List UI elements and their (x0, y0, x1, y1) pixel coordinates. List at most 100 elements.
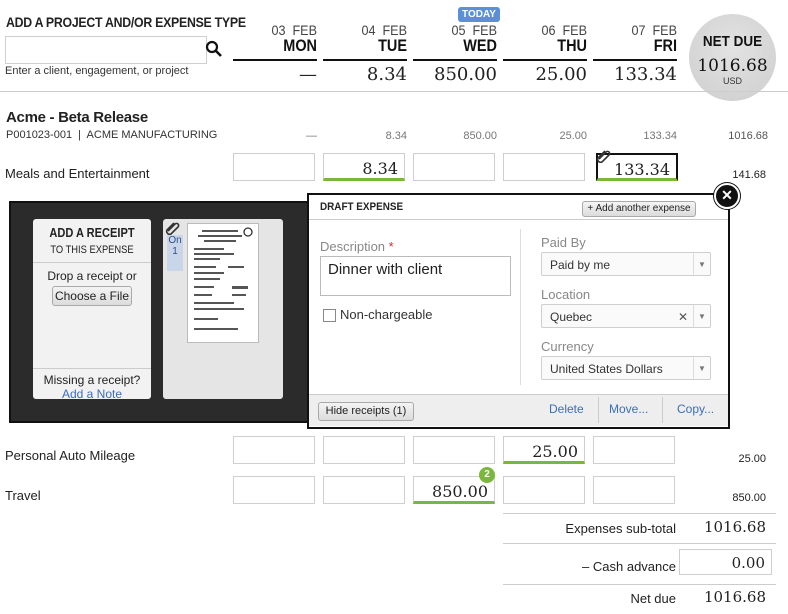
expense-cell[interactable]: 8.34 (323, 153, 405, 181)
receipt-tab[interactable]: On 1 (167, 235, 183, 271)
day-underline (593, 59, 677, 61)
hide-receipts-button[interactable]: Hide receipts (1) (318, 402, 414, 421)
add-another-expense-button[interactable]: + Add another expense (582, 201, 696, 217)
expense-cell[interactable] (233, 436, 315, 464)
day-header-fri: 07 FEB FRI (593, 22, 677, 61)
net-due-footer-label: Net due (630, 591, 676, 606)
expense-cell[interactable] (593, 436, 675, 464)
add-receipt-box: ADD A RECEIPT TO THIS EXPENSE Drop a rec… (33, 219, 151, 401)
add-receipt-subtitle: TO THIS EXPENSE (50, 244, 134, 256)
subtotal-value: 1016.68 (703, 518, 766, 536)
location-select[interactable]: Quebec ✕ ▼ (541, 304, 711, 328)
project-day-total: 25.00 (559, 130, 587, 142)
expense-cell[interactable] (593, 476, 675, 504)
draft-footer: Hide receipts (1) Delete Move... Copy... (309, 394, 728, 426)
expense-cell[interactable] (503, 153, 585, 181)
net-due-label: NET DUE (702, 33, 763, 50)
project-name[interactable]: Acme - Beta Release (6, 109, 148, 126)
clear-icon[interactable]: ✕ (678, 305, 688, 329)
expense-cell[interactable] (503, 476, 585, 504)
day-total-mon: — (299, 64, 317, 85)
cash-advance-label: – Cash advance (582, 559, 676, 574)
choose-file-button[interactable]: Choose a File (52, 286, 132, 306)
receipt-count-badge: 2 (479, 467, 495, 483)
currency-value: United States Dollars (550, 362, 663, 376)
description-label: Description * (320, 239, 394, 254)
day-underline (323, 59, 407, 61)
move-button[interactable]: Move... (609, 402, 648, 416)
project-day-total: 8.34 (385, 130, 407, 142)
required-mark: * (388, 239, 394, 254)
day-header-thu: 06 FEB THU (503, 22, 587, 61)
receipt-thumbnail-card[interactable]: On 1 (163, 219, 283, 399)
subtotal-label: Expenses sub-total (565, 521, 676, 536)
day-header-wed: 05 FEB WED (413, 22, 497, 61)
net-due-value: 1016.68 (697, 56, 768, 76)
day-name: THU (557, 36, 587, 55)
chevron-down-icon: ▼ (693, 305, 710, 327)
expense-cell[interactable] (413, 153, 495, 181)
day-total-fri: 133.34 (614, 64, 677, 85)
divider (503, 543, 776, 544)
day-name: MON (283, 36, 317, 55)
project-code: P001023-001 | ACME MANUFACTURING (6, 129, 218, 141)
description-field[interactable]: Dinner with client (320, 256, 511, 296)
row-total: 850.00 (732, 492, 766, 504)
receipt-panel: ADD A RECEIPT TO THIS EXPENSE Drop a rec… (9, 201, 313, 423)
project-day-total: — (306, 130, 317, 142)
paid-by-select[interactable]: Paid by me ▼ (541, 252, 711, 276)
divider (33, 262, 151, 263)
location-label: Location (541, 287, 591, 302)
row-label-meals: Meals and Entertainment (5, 166, 150, 181)
paperclip-icon (596, 149, 612, 168)
divider (503, 513, 776, 514)
cash-advance-input[interactable]: 0.00 (679, 549, 772, 575)
net-due-currency: USD (722, 76, 742, 86)
project-day-total: 133.34 (643, 130, 677, 142)
receipt-tab-index: 1 (172, 246, 178, 257)
paperclip-icon (165, 221, 181, 240)
day-total-wed: 850.00 (434, 64, 497, 85)
receipt-image (187, 223, 259, 343)
expense-cell[interactable] (413, 436, 495, 464)
search-hint: Enter a client, engagement, or project (5, 65, 189, 77)
divider (662, 397, 663, 423)
add-project-title: ADD A PROJECT AND/OR EXPENSE TYPE (6, 14, 246, 30)
delete-button[interactable]: Delete (549, 402, 584, 416)
missing-receipt-text: Missing a receipt? (43, 373, 141, 387)
today-badge: TODAY (458, 7, 500, 22)
expense-cell[interactable] (323, 436, 405, 464)
currency-label: Currency (541, 339, 594, 354)
expense-cell[interactable]: 25.00 (503, 436, 585, 464)
divider (598, 397, 599, 423)
day-underline (413, 59, 497, 61)
paid-by-label: Paid By (541, 235, 586, 250)
currency-select[interactable]: United States Dollars ▼ (541, 356, 711, 380)
description-label-text: Description (320, 239, 386, 254)
divider (520, 229, 521, 385)
divider (503, 584, 776, 585)
paid-by-value: Paid by me (550, 258, 611, 272)
location-value: Quebec (550, 310, 593, 324)
net-due-footer-value: 1016.68 (703, 588, 766, 606)
divider (33, 368, 151, 369)
chevron-down-icon: ▼ (693, 357, 710, 379)
project-total: 1016.68 (728, 130, 768, 142)
expense-cell[interactable] (323, 476, 405, 504)
expense-cell[interactable] (233, 153, 315, 181)
non-chargeable-label: Non-chargeable (340, 307, 433, 322)
search-input[interactable] (5, 36, 207, 64)
row-label-travel: Travel (5, 488, 41, 503)
close-icon[interactable]: ✕ (714, 183, 740, 209)
expense-cell[interactable] (233, 476, 315, 504)
non-chargeable-checkbox[interactable] (323, 309, 336, 322)
header-divider (0, 91, 788, 92)
project-day-total: 850.00 (463, 130, 497, 142)
add-note-link[interactable]: Add a Note (33, 387, 151, 401)
row-total: 25.00 (738, 453, 766, 465)
day-name: TUE (378, 36, 407, 55)
day-name: FRI (653, 36, 677, 55)
copy-button[interactable]: Copy... (677, 402, 714, 416)
day-name: WED (463, 36, 497, 55)
search-icon[interactable] (205, 40, 223, 58)
